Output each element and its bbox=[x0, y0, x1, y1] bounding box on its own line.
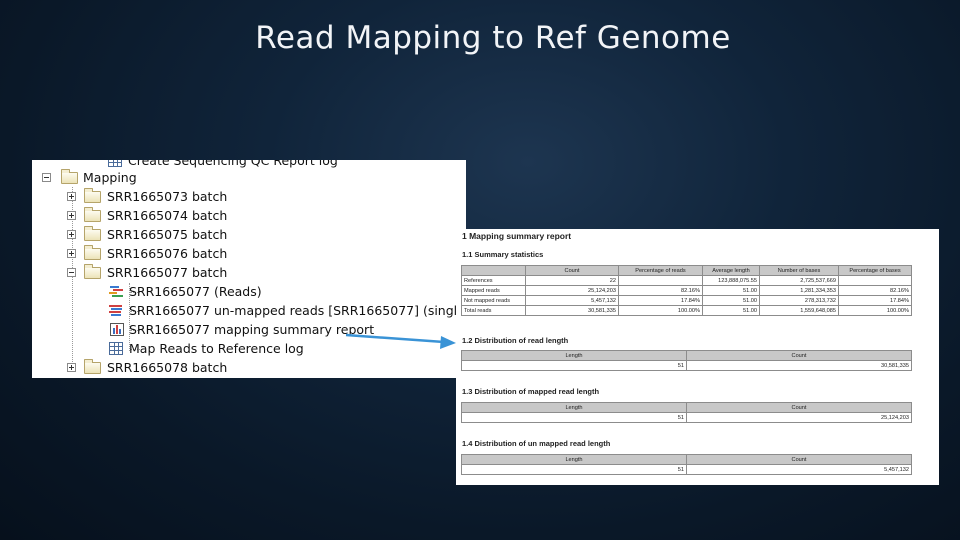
pointer-arrow bbox=[345, 333, 456, 349]
arrow-head-icon bbox=[440, 336, 456, 349]
arrow-shaft bbox=[345, 333, 445, 344]
